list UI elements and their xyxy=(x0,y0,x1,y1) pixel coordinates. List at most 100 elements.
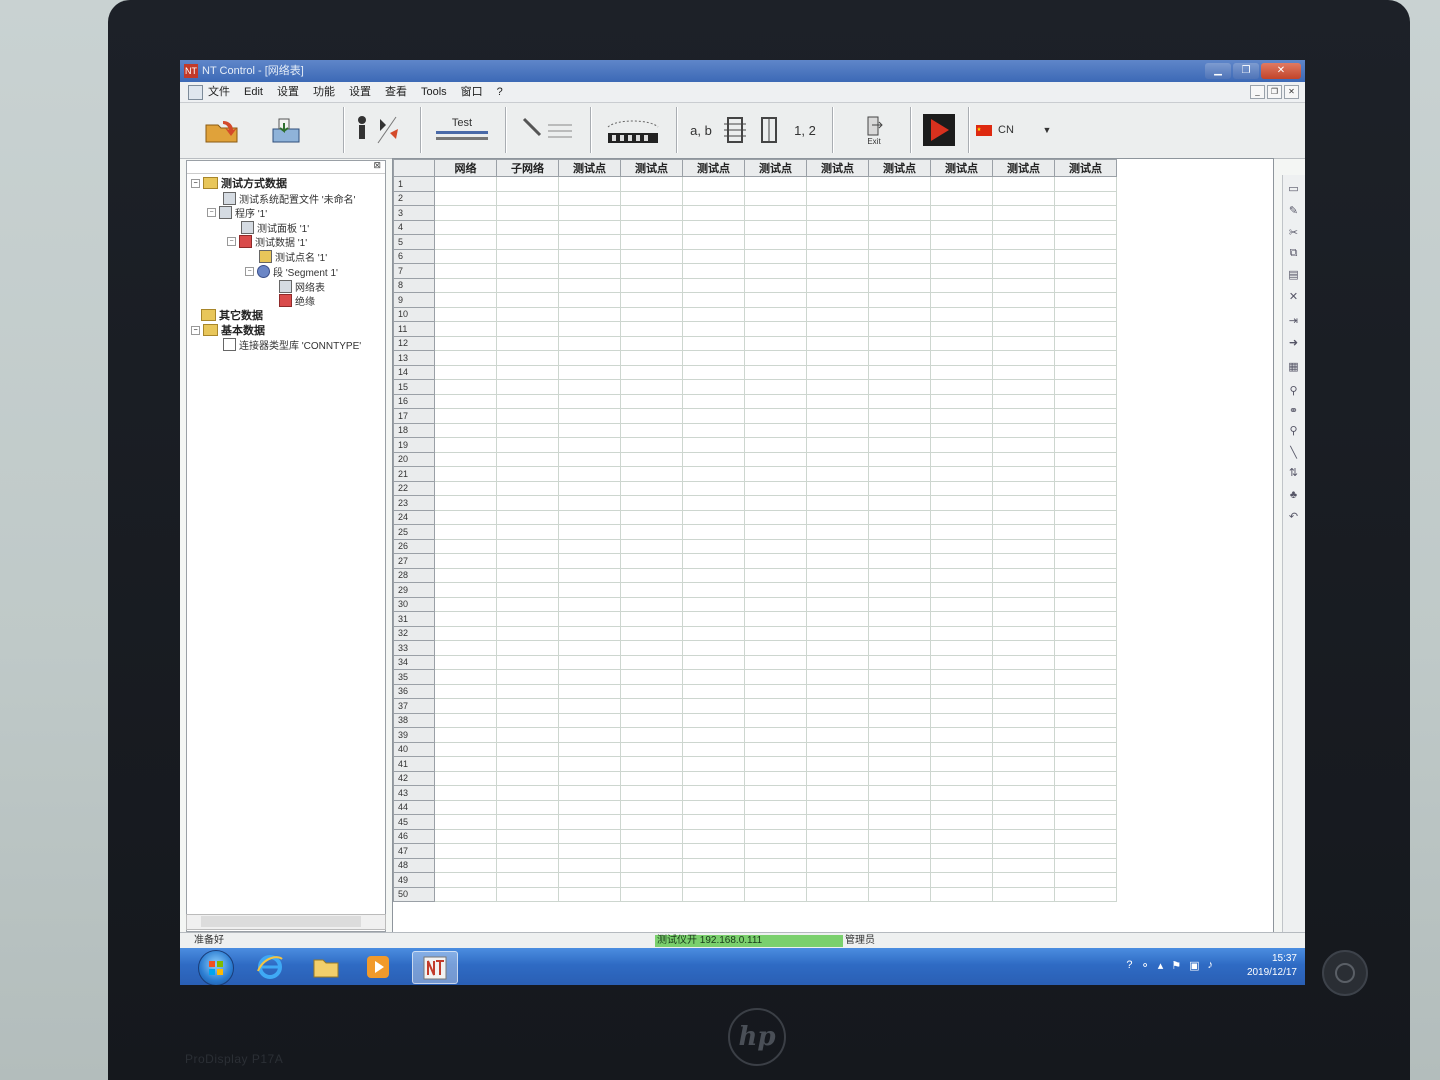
grid-cell[interactable] xyxy=(496,756,559,772)
probe-button[interactable] xyxy=(516,109,578,151)
grid-cell[interactable] xyxy=(1054,321,1117,337)
grid-cell[interactable] xyxy=(992,219,1055,235)
column-header[interactable]: 子网络 xyxy=(496,159,559,177)
grid-cell[interactable] xyxy=(496,422,559,438)
grid-cell[interactable] xyxy=(558,205,621,221)
grid-cell[interactable] xyxy=(620,843,683,859)
grid-cell[interactable] xyxy=(496,495,559,511)
grid-cell[interactable] xyxy=(744,190,807,206)
grid-cell[interactable] xyxy=(806,582,869,598)
grid-cell[interactable] xyxy=(930,321,993,337)
grid-cell[interactable] xyxy=(930,727,993,743)
grid-cell[interactable] xyxy=(558,219,621,235)
grid-cell[interactable] xyxy=(620,190,683,206)
grid-cell[interactable] xyxy=(620,553,683,569)
grid-cell[interactable] xyxy=(806,205,869,221)
grid-cell[interactable] xyxy=(682,843,745,859)
column-header[interactable]: 网络 xyxy=(434,159,497,177)
grid-cell[interactable] xyxy=(496,350,559,366)
grid-cell[interactable] xyxy=(496,219,559,235)
grid-cell[interactable] xyxy=(1054,176,1117,192)
grid-cell[interactable] xyxy=(558,306,621,322)
grid-cell[interactable] xyxy=(744,843,807,859)
grid-cell[interactable] xyxy=(930,263,993,279)
grid-cell[interactable] xyxy=(434,437,497,453)
grid-cell[interactable] xyxy=(868,596,931,612)
grid-cell[interactable] xyxy=(1054,553,1117,569)
tree-node-conn-lib[interactable]: 连接器类型库 'CONNTYPE' xyxy=(223,337,361,352)
grid-cell[interactable] xyxy=(744,669,807,685)
grid-cell[interactable] xyxy=(434,596,497,612)
grid-cell[interactable] xyxy=(1054,857,1117,873)
grid-cell[interactable] xyxy=(682,770,745,786)
grid-cell[interactable] xyxy=(496,335,559,351)
grid-cell[interactable] xyxy=(868,364,931,380)
scrollbar-thumb[interactable] xyxy=(201,916,361,927)
grid-cell[interactable] xyxy=(620,640,683,656)
grid-cell[interactable] xyxy=(930,857,993,873)
grid-cell[interactable] xyxy=(620,712,683,728)
numbering-button[interactable]: 1, 2 xyxy=(788,109,822,151)
grid-cell[interactable] xyxy=(620,625,683,641)
grid-cell[interactable] xyxy=(1054,756,1117,772)
tree-node-basic[interactable]: − 基本数据 xyxy=(191,322,265,338)
grid-cell[interactable] xyxy=(682,408,745,424)
grid-cell[interactable] xyxy=(744,379,807,395)
row-number[interactable]: 23 xyxy=(393,495,435,511)
grid-cell[interactable] xyxy=(1054,248,1117,264)
grid-cell[interactable] xyxy=(496,277,559,293)
grid-cell[interactable] xyxy=(496,770,559,786)
menu-item[interactable]: 设置 xyxy=(277,82,299,102)
find-replace-icon[interactable]: ⚲ xyxy=(1287,385,1300,397)
row-number[interactable]: 36 xyxy=(393,683,435,699)
grid-cell[interactable] xyxy=(868,698,931,714)
grid-cell[interactable] xyxy=(992,437,1055,453)
grid-cell[interactable] xyxy=(868,770,931,786)
grid-cell[interactable] xyxy=(930,872,993,888)
tree-node-segment[interactable]: − 段 'Segment 1' xyxy=(245,264,338,279)
grid-cell[interactable] xyxy=(1054,306,1117,322)
grid-cell[interactable] xyxy=(434,205,497,221)
grid-cell[interactable] xyxy=(806,698,869,714)
grid-cell[interactable] xyxy=(930,843,993,859)
grid-cell[interactable] xyxy=(868,654,931,670)
grid-cell[interactable] xyxy=(1054,292,1117,308)
grid-cell[interactable] xyxy=(806,350,869,366)
grid-cell[interactable] xyxy=(806,654,869,670)
grid-cell[interactable] xyxy=(868,509,931,525)
grid-cell[interactable] xyxy=(434,190,497,206)
grid-cell[interactable] xyxy=(558,698,621,714)
power-button[interactable] xyxy=(1322,950,1368,996)
grid-cell[interactable] xyxy=(620,321,683,337)
chevron-down-icon[interactable]: ▼ xyxy=(1040,109,1054,151)
grid-cell[interactable] xyxy=(744,277,807,293)
grid-cell[interactable] xyxy=(806,799,869,815)
grid-cell[interactable] xyxy=(496,524,559,540)
row-number[interactable]: 34 xyxy=(393,654,435,670)
tree-node-point-name[interactable]: 测试点名 '1' xyxy=(259,249,327,264)
grid-cell[interactable] xyxy=(806,437,869,453)
grid-cell[interactable] xyxy=(1054,727,1117,743)
grid-cell[interactable] xyxy=(620,393,683,409)
grid-cell[interactable] xyxy=(930,640,993,656)
grid-cell[interactable] xyxy=(1054,263,1117,279)
grid-cell[interactable] xyxy=(1054,190,1117,206)
grid-cell[interactable] xyxy=(558,248,621,264)
grid-cell[interactable] xyxy=(558,451,621,467)
grid-cell[interactable] xyxy=(992,408,1055,424)
grid-cell[interactable] xyxy=(434,886,497,902)
grid-cell[interactable] xyxy=(434,654,497,670)
grid-cell[interactable] xyxy=(682,509,745,525)
grid-cell[interactable] xyxy=(682,640,745,656)
copy-icon[interactable]: ⧉ xyxy=(1287,247,1300,259)
grid-cell[interactable] xyxy=(868,553,931,569)
grid-cell[interactable] xyxy=(930,292,993,308)
row-number[interactable]: 2 xyxy=(393,190,435,206)
grid-cell[interactable] xyxy=(434,408,497,424)
grid-cell[interactable] xyxy=(806,176,869,192)
row-number[interactable]: 27 xyxy=(393,553,435,569)
grid-cell[interactable] xyxy=(682,828,745,844)
grid-cell[interactable] xyxy=(806,872,869,888)
tree-node-root[interactable]: − 测试方式数据 xyxy=(191,175,287,191)
grid-cell[interactable] xyxy=(434,857,497,873)
